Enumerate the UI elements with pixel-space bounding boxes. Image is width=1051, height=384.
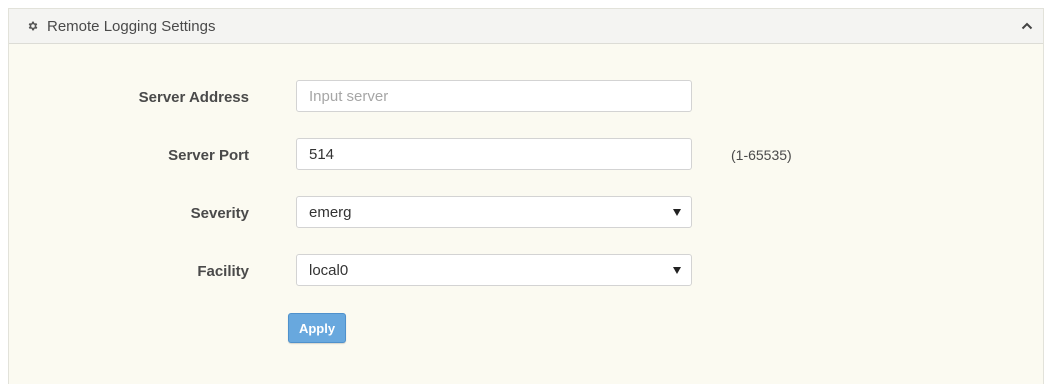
severity-select[interactable]: emerg bbox=[296, 196, 692, 228]
dropdown-arrow-icon bbox=[673, 209, 681, 216]
server-address-label: Server Address bbox=[138, 89, 249, 106]
apply-button[interactable]: Apply bbox=[288, 313, 346, 343]
facility-label: Facility bbox=[197, 263, 249, 280]
facility-select[interactable]: local0 bbox=[296, 254, 692, 286]
panel-title: Remote Logging Settings bbox=[47, 18, 216, 35]
gear-icon bbox=[28, 21, 38, 31]
chevron-up-icon[interactable] bbox=[1021, 21, 1033, 31]
dropdown-arrow-icon bbox=[673, 267, 681, 274]
facility-selected-value: local0 bbox=[309, 262, 349, 279]
remote-logging-panel: Remote Logging Settings Server Address S… bbox=[8, 8, 1044, 384]
server-port-range-hint: (1-65535) bbox=[731, 147, 792, 163]
server-address-input[interactable] bbox=[296, 80, 692, 112]
severity-label: Severity bbox=[190, 205, 249, 222]
severity-selected-value: emerg bbox=[309, 204, 352, 221]
panel-header[interactable]: Remote Logging Settings bbox=[9, 9, 1043, 44]
server-port-input[interactable] bbox=[296, 138, 692, 170]
server-port-label: Server Port bbox=[168, 147, 249, 164]
